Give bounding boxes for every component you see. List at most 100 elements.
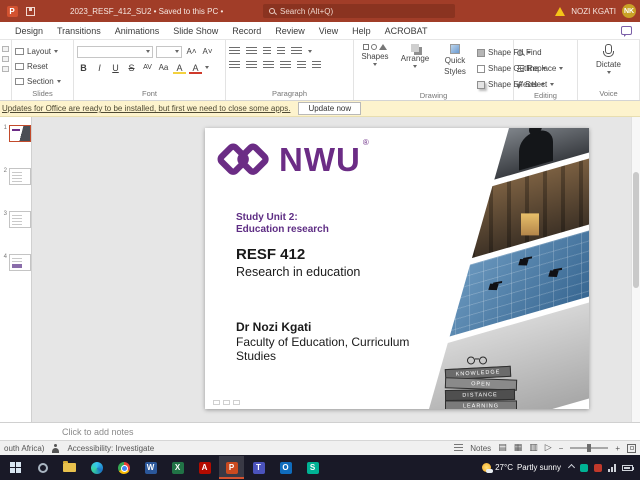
chevron-down-icon	[413, 65, 417, 68]
italic-button[interactable]: I	[93, 61, 106, 74]
weather-widget[interactable]: 27°C Partly sunny	[482, 463, 567, 473]
shapes-button[interactable]: Shapes	[357, 42, 393, 66]
network-icon[interactable]	[608, 463, 616, 472]
taskbar-excel[interactable]: X	[165, 456, 190, 479]
increase-font-icon[interactable]: A˄	[185, 45, 198, 58]
align-left-icon[interactable]	[229, 61, 240, 70]
avatar[interactable]: NK	[622, 4, 636, 18]
author-affiliation[interactable]: Faculty of Education, Curriculum Studies	[236, 335, 416, 363]
taskbar-edge[interactable]	[84, 456, 109, 479]
character-spacing-button[interactable]: AV	[141, 61, 154, 74]
start-button[interactable]	[3, 456, 28, 479]
tab-help[interactable]: Help	[345, 22, 378, 40]
new-slide-icon[interactable]	[2, 56, 9, 62]
tab-slide-show[interactable]: Slide Show	[166, 22, 225, 40]
taskbar-settings[interactable]	[30, 456, 55, 479]
language-status[interactable]: outh Africa)	[4, 444, 44, 453]
bullets-icon[interactable]	[229, 47, 240, 56]
tab-record[interactable]: Record	[225, 22, 268, 40]
tab-review[interactable]: Review	[268, 22, 312, 40]
slide-sorter-view-icon[interactable]: ▦	[514, 443, 523, 453]
taskbar-powerpoint[interactable]: P	[219, 456, 244, 479]
tray-icon[interactable]	[580, 463, 588, 472]
notes-toggle-button[interactable]: Notes	[470, 444, 491, 453]
save-icon[interactable]	[24, 5, 36, 17]
accessibility-status[interactable]: Accessibility: Investigate	[67, 444, 154, 453]
dictate-button[interactable]: Dictate	[591, 42, 627, 74]
slide-thumbnail-1[interactable]	[9, 125, 31, 142]
tab-transitions[interactable]: Transitions	[50, 22, 108, 40]
zoom-slider[interactable]	[570, 444, 609, 452]
select-button[interactable]: Select	[515, 78, 555, 91]
fit-slide-icon[interactable]	[627, 443, 636, 453]
find-button[interactable]: Find	[517, 46, 542, 59]
search-input[interactable]: Search (Alt+Q)	[263, 4, 455, 18]
zoom-in-button[interactable]: +	[615, 444, 620, 453]
section-button[interactable]: Section	[15, 75, 61, 88]
replace-button[interactable]: Replace	[517, 62, 564, 75]
clipboard-icon[interactable]	[2, 46, 9, 52]
text-direction-icon[interactable]	[291, 47, 302, 56]
strikethrough-button[interactable]: S	[125, 61, 138, 74]
slide-thumbnail-2[interactable]	[9, 168, 31, 185]
line-spacing-icon[interactable]	[312, 61, 321, 70]
layout-button[interactable]: Layout	[15, 45, 59, 58]
battery-icon[interactable]	[622, 464, 634, 471]
justify-icon[interactable]	[280, 61, 291, 70]
numbering-icon[interactable]	[246, 47, 257, 56]
quick-styles-button[interactable]: Quick Styles	[437, 42, 473, 76]
chevron-up-icon[interactable]	[567, 463, 576, 472]
notes-pane[interactable]: Click to add notes	[0, 422, 640, 440]
taskbar-word[interactable]: W	[138, 456, 163, 479]
highlight-color-button[interactable]: A	[173, 61, 186, 74]
comments-icon[interactable]	[621, 26, 632, 37]
shape-fill-icon	[477, 48, 485, 57]
scrollbar-thumb[interactable]	[633, 171, 639, 288]
taskbar-file-explorer[interactable]	[57, 456, 82, 479]
canvas-scrollbar[interactable]	[631, 117, 640, 422]
font-color-button[interactable]: A	[189, 61, 202, 74]
tab-design[interactable]: Design	[8, 22, 50, 40]
reading-view-icon[interactable]: ▥	[529, 443, 538, 453]
arrange-button[interactable]: Arrange	[397, 42, 433, 68]
taskbar-acrobat[interactable]: A	[192, 456, 217, 479]
slideshow-view-icon[interactable]: ▷	[545, 443, 552, 453]
powerpoint-window: P 2023_RESF_412_SU2 • Saved to this PC •…	[0, 0, 640, 480]
slide-thumbnail-4[interactable]	[9, 254, 31, 271]
taskbar-outlook[interactable]: O	[273, 456, 298, 479]
course-code[interactable]: RESF 412	[236, 246, 305, 263]
taskbar-teams[interactable]: T	[246, 456, 271, 479]
course-name[interactable]: Research in education	[236, 265, 360, 279]
tab-animations[interactable]: Animations	[108, 22, 167, 40]
tab-acrobat[interactable]: ACROBAT	[378, 22, 435, 40]
align-center-icon[interactable]	[246, 61, 257, 70]
update-message-link[interactable]: Updates for Office are ready to be insta…	[2, 104, 290, 113]
change-case-button[interactable]: Aa	[157, 61, 170, 74]
decrease-indent-icon[interactable]	[263, 47, 271, 56]
decrease-font-icon[interactable]: A˅	[201, 45, 214, 58]
slide-canvas[interactable]: NWU ® Study Unit 2: Education research RE…	[205, 128, 589, 409]
reset-button[interactable]: Reset	[15, 60, 48, 73]
zoom-slider-thumb[interactable]	[587, 444, 592, 452]
slide-thumbnail-3[interactable]	[9, 211, 31, 228]
tray-icon[interactable]	[594, 463, 602, 472]
increase-indent-icon[interactable]	[277, 47, 285, 56]
author-name[interactable]: Dr Nozi Kgati	[236, 320, 311, 334]
font-size-input[interactable]	[156, 45, 182, 58]
normal-view-icon[interactable]: ▤	[498, 443, 507, 453]
slide-icon[interactable]	[2, 66, 9, 72]
tab-view[interactable]: View	[312, 22, 345, 40]
font-name-input[interactable]	[77, 45, 153, 58]
taskbar-store[interactable]: S	[300, 456, 325, 479]
accessibility-icon	[52, 443, 60, 453]
slide-subtitle[interactable]: Study Unit 2: Education research	[236, 212, 329, 236]
warning-icon[interactable]	[555, 6, 566, 16]
bold-button[interactable]: B	[77, 61, 90, 74]
underline-button[interactable]: U	[109, 61, 122, 74]
chevron-down-icon[interactable]	[205, 66, 209, 69]
align-right-icon[interactable]	[263, 61, 274, 70]
columns-icon[interactable]	[297, 61, 306, 70]
taskbar-chrome[interactable]	[111, 456, 136, 479]
update-now-button[interactable]: Update now	[298, 102, 362, 115]
zoom-out-button[interactable]: −	[559, 444, 564, 453]
